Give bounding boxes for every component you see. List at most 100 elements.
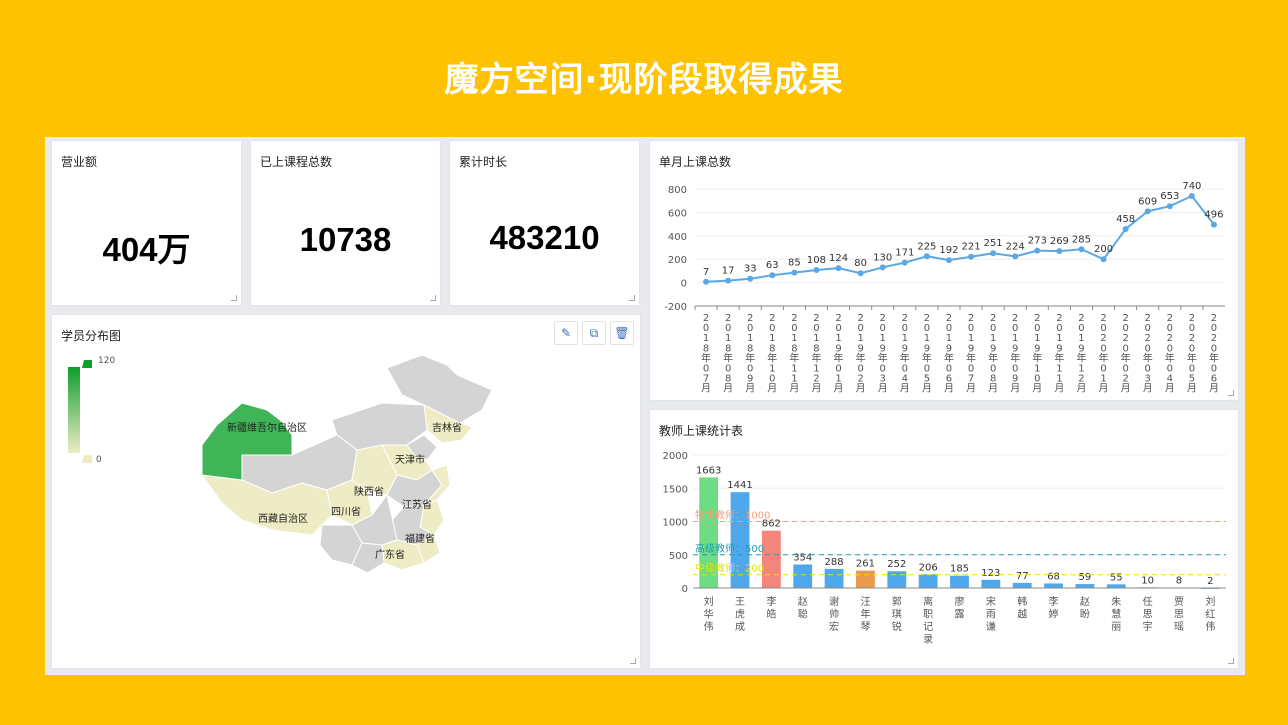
line-chart-card[interactable]: 单月上课总数 -200 0 200 400 600 800 2 0 1 8 年 0 7 月 2 0 1 8 年 0 8 月… [650,141,1238,400]
data-point[interactable] [769,272,776,279]
bar[interactable] [1044,583,1063,588]
data-label: 609 [1138,196,1157,207]
x-tick-label: 2020年03月 [1143,313,1153,395]
kpi-label: 已上课程总数 [260,155,333,169]
x-tick-label: 2018年11月 [789,313,799,395]
bar[interactable] [1106,584,1126,588]
bar[interactable] [887,571,907,588]
resize-handle[interactable] [629,295,635,301]
bar-value-label: 59 [1079,572,1092,583]
bar[interactable] [824,568,844,588]
data-label: 124 [829,253,848,264]
data-label: 269 [1050,236,1069,247]
data-point[interactable] [879,264,886,271]
data-point[interactable] [725,277,732,284]
resize-handle[interactable] [430,295,436,301]
teacher-stats-chart[interactable]: 05001000150020001663刘华伟1441王虎成862李皓354赵聪… [650,410,1238,668]
x-tick-label: 离职记录 [923,595,933,646]
x-tick-label: 2018年08月 [723,313,733,395]
data-point[interactable] [1166,203,1173,210]
bar-value-label: 354 [793,552,812,563]
x-tick-label: 李婷 [1049,595,1059,621]
data-point[interactable] [1144,208,1151,215]
data-point[interactable] [990,250,997,257]
kpi-card-revenue[interactable]: 营业额 404万 [52,141,241,305]
kpi-value: 483210 [489,219,600,256]
resize-handle[interactable] [231,295,237,301]
visual-map-handle-bottom[interactable] [82,455,92,463]
bar[interactable] [856,570,875,588]
dashboard-canvas: 营业额 404万 已上课程总数 10738 累计时长 483210 学员分布图 … [45,137,1245,675]
y-tick-label: 200 [668,255,687,266]
kpi-card-duration[interactable]: 累计时长 483210 [450,141,639,305]
y-tick-label: 2000 [663,451,688,462]
data-point[interactable] [813,266,820,273]
china-map[interactable]: 120 0 新疆维吾尔自治区 吉林省 天津市 陕西省 江苏省 四川省 西藏自治区… [52,315,640,668]
bar-value-label: 10 [1141,575,1154,586]
bar[interactable] [918,574,938,588]
visual-map-bar[interactable] [68,367,80,453]
data-point[interactable] [1100,256,1107,263]
bar[interactable] [1075,584,1095,588]
data-point[interactable] [1078,246,1085,253]
data-point[interactable] [1122,226,1129,233]
x-tick-label: 2019年02月 [856,313,866,395]
data-point[interactable] [835,265,842,272]
bar[interactable] [981,579,1001,588]
data-point[interactable] [703,278,710,285]
bar[interactable] [1012,582,1032,588]
region-label: 江苏省 [402,498,432,511]
x-tick-label: 2019年11月 [1054,313,1064,395]
reference-line-label: 特级教师：1000 [695,509,770,522]
visual-map-handle-top[interactable] [82,360,92,368]
y-tick-label: 600 [668,208,687,219]
x-tick-label: 李皓 [766,595,776,621]
region-label: 新疆维吾尔自治区 [227,421,307,434]
data-label: 251 [984,238,1003,249]
bar-value-label: 2 [1207,576,1213,587]
data-point[interactable] [791,269,798,276]
region-label: 广东省 [375,548,405,561]
resize-handle[interactable] [1228,390,1234,396]
bar-value-label: 77 [1016,571,1029,582]
data-label: 17 [722,266,735,277]
data-point[interactable] [1012,253,1019,260]
data-point[interactable] [901,259,908,266]
data-label: 7 [703,267,709,278]
data-point[interactable] [923,253,930,260]
data-point[interactable] [968,253,975,260]
data-point[interactable] [1210,221,1217,228]
y-tick-label: 800 [668,185,687,196]
map-card[interactable]: 学员分布图 ✎ ⧉ 🗑 120 0 新疆维吾尔自治区 吉林省 天津市 陕西省 江… [52,315,640,668]
x-tick-label: 赵盼 [1080,595,1090,621]
kpi-value: 404万 [102,231,191,268]
bar[interactable] [950,575,969,588]
y-tick-label: -200 [664,302,687,313]
x-tick-label: 汪年琴 [860,596,870,633]
x-tick-label: 2019年12月 [1076,313,1086,395]
data-point[interactable] [1034,247,1041,254]
x-tick-label: 2020年02月 [1121,313,1131,395]
data-point[interactable] [1056,248,1063,255]
data-point[interactable] [1188,193,1195,200]
x-tick-label: 2019年01月 [834,313,844,395]
resize-handle[interactable] [1228,658,1234,664]
bar-value-label: 1663 [696,465,721,476]
data-label: 225 [917,241,936,252]
bar-chart-card[interactable]: 教师上课统计表 0 500 1000 1500 2000 1663 刘华伟 1441 王虎成 86… [650,410,1238,668]
data-point[interactable] [857,270,864,277]
data-point[interactable] [747,275,754,282]
x-tick-label: 任思宇 [1143,595,1153,633]
data-label: 85 [788,258,801,269]
data-label: 33 [744,264,757,275]
monthly-lessons-chart[interactable]: -200 0 200 400 600 800 2 0 1 8 年 0 7 月 2 0 1 8 年 0 8 月 2 0 1 8 年 0 9… [650,141,1238,400]
bar[interactable] [761,530,781,588]
data-point[interactable] [945,257,952,264]
bar[interactable] [793,564,813,588]
x-tick-label: 2020年06月 [1209,313,1219,395]
kpi-card-courses[interactable]: 已上课程总数 10738 [251,141,440,305]
bar-value-label: 8 [1176,575,1182,586]
x-tick-label: 2019年08月 [988,313,998,395]
x-tick-label: 2019年10月 [1032,313,1042,395]
resize-handle[interactable] [630,658,636,664]
